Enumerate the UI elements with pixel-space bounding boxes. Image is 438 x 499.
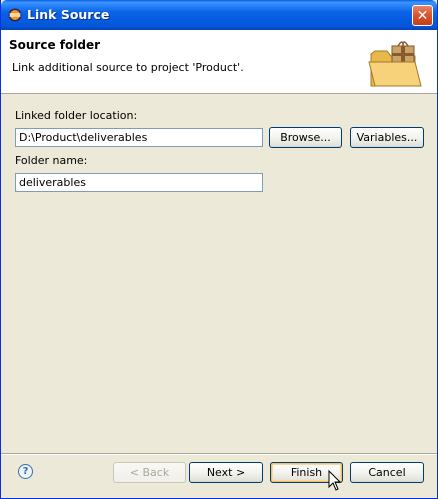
close-icon: ✕ (416, 7, 429, 24)
folder-name-label: Folder name: (15, 154, 88, 167)
mouse-pointer-icon (328, 470, 342, 491)
close-button[interactable]: ✕ (412, 5, 433, 26)
next-button[interactable]: Next > (189, 462, 263, 483)
folder-name-input[interactable]: deliverables (15, 173, 263, 192)
folder-with-package-icon (368, 41, 422, 87)
help-icon[interactable]: ? (18, 464, 33, 479)
location-label: Linked folder location: (15, 109, 138, 122)
footer-separator (1, 453, 437, 455)
window-title: Link Source (27, 7, 110, 22)
wizard-banner: Source folder Link additional source to … (1, 30, 437, 94)
browse-button[interactable]: Browse... (269, 127, 342, 148)
cancel-button[interactable]: Cancel (350, 462, 424, 483)
location-input[interactable]: D:\Product\deliverables (15, 128, 263, 147)
eclipse-app-icon (8, 8, 22, 22)
title-bar[interactable]: Link Source ✕ (1, 0, 437, 30)
back-button[interactable]: < Back (113, 462, 186, 483)
page-description: Link additional source to project 'Produ… (12, 61, 244, 74)
variables-button[interactable]: Variables... (350, 127, 424, 148)
link-source-dialog: Link Source ✕ Source folder Link additio… (0, 0, 438, 499)
page-title: Source folder (9, 38, 101, 52)
